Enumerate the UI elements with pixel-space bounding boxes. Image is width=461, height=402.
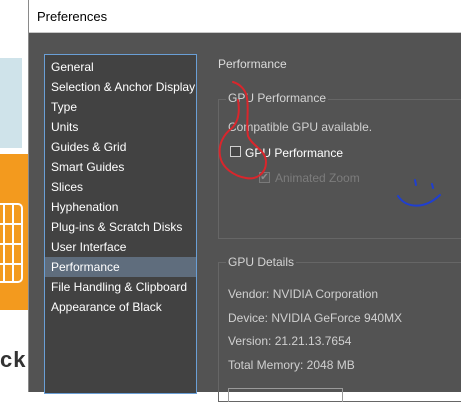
- category-user-interface[interactable]: User Interface: [45, 237, 196, 257]
- category-selection-anchor-display[interactable]: Selection & Anchor Display: [45, 77, 196, 97]
- gpu-details-group: [218, 262, 461, 402]
- gpu-performance-legend: GPU Performance: [226, 91, 329, 105]
- gpu-status-text: Compatible GPU available.: [228, 120, 373, 134]
- animated-zoom-label: Animated Zoom: [275, 171, 360, 185]
- preferences-dialog: Preferences General Selection & Anchor D…: [28, 0, 461, 402]
- category-slices[interactable]: Slices: [45, 177, 196, 197]
- gpu-performance-checkbox-label[interactable]: GPU Performance: [245, 146, 343, 160]
- category-guides-grid[interactable]: Guides & Grid: [45, 137, 196, 157]
- gpu-performance-checkbox[interactable]: [230, 146, 241, 157]
- gpu-vendor-text: Vendor: NVIDIA Corporation: [228, 287, 379, 301]
- gpu-memory-text: Total Memory: 2048 MB: [228, 358, 355, 372]
- background-app: ckr: [0, 0, 35, 392]
- category-general[interactable]: General: [45, 57, 196, 77]
- section-title: Performance: [218, 57, 287, 71]
- category-file-handling-clipboard[interactable]: File Handling & Clipboard: [45, 277, 196, 297]
- category-smart-guides[interactable]: Smart Guides: [45, 157, 196, 177]
- category-type[interactable]: Type: [45, 97, 196, 117]
- category-appearance-of-black[interactable]: Appearance of Black: [45, 297, 196, 317]
- animated-zoom-checkbox[interactable]: ✔: [259, 172, 270, 183]
- category-units[interactable]: Units: [45, 117, 196, 137]
- background-app-grid-graphic: [0, 203, 23, 283]
- title-bar[interactable]: Preferences: [29, 0, 461, 33]
- category-performance[interactable]: Performance: [45, 257, 196, 277]
- gpu-version-text: Version: 21.21.13.7654: [228, 334, 352, 348]
- dialog-button-partial[interactable]: [228, 388, 343, 402]
- checkmark-icon: ✔: [260, 171, 269, 183]
- background-app-banner: [0, 58, 22, 148]
- window-title: Preferences: [37, 9, 108, 24]
- gpu-device-text: Device: NVIDIA GeForce 940MX: [228, 311, 403, 325]
- gpu-details-legend: GPU Details: [226, 255, 297, 269]
- category-plugins-scratch-disks[interactable]: Plug-ins & Scratch Disks: [45, 217, 196, 237]
- category-hyphenation[interactable]: Hyphenation: [45, 197, 196, 217]
- category-list: General Selection & Anchor Display Type …: [44, 54, 197, 394]
